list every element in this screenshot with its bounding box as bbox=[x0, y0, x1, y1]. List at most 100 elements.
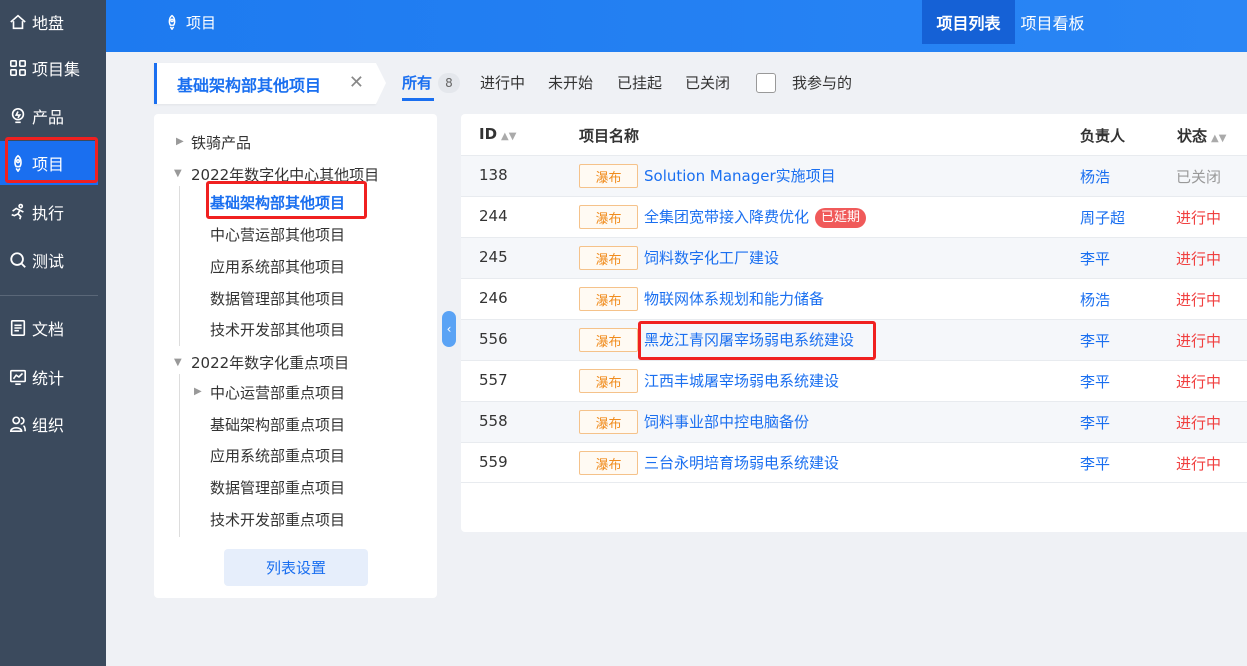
table-row[interactable]: 244 瀑布 全集团宽带接入降费优化 已延期 周子超 进行中 bbox=[461, 196, 1247, 237]
project-owner[interactable]: 李平 bbox=[1080, 371, 1110, 392]
tree-item[interactable]: 中心营运部其他项目 bbox=[210, 224, 345, 245]
home-icon bbox=[8, 12, 28, 32]
tree-item[interactable]: 铁骑产品 bbox=[191, 132, 251, 153]
table-row[interactable]: 559 瀑布 三台永明培育场弱电系统建设 李平 进行中 bbox=[461, 442, 1247, 483]
project-name-link[interactable]: 三台永明培育场弱电系统建设 bbox=[644, 452, 839, 473]
project-id: 558 bbox=[479, 412, 508, 430]
nav-item-dashboard[interactable]: 地盘 bbox=[0, 0, 98, 44]
top-bar: 项目 项目列表 项目看板 bbox=[106, 0, 1247, 52]
table-row[interactable]: 138 瀑布 Solution Manager实施项目 杨浩 已关闭 bbox=[461, 155, 1247, 196]
project-name-link[interactable]: 饲料事业部中控电脑备份 bbox=[644, 411, 809, 432]
nav-item-stats[interactable]: 统计 bbox=[0, 355, 98, 399]
program-selector[interactable]: 基础架构部其他项目 ✕ bbox=[154, 63, 386, 104]
project-owner[interactable]: 李平 bbox=[1080, 412, 1110, 433]
nav-item-execution[interactable]: 执行 bbox=[0, 190, 98, 234]
tree-item[interactable]: 中心运营部重点项目 bbox=[210, 382, 345, 403]
type-tag: 瀑布 bbox=[579, 287, 638, 311]
type-tag: 瀑布 bbox=[579, 246, 638, 270]
status-badge: 进行中 bbox=[1176, 332, 1222, 350]
filter-tab-wait[interactable]: 未开始 bbox=[548, 72, 593, 93]
tree-item[interactable]: 数据管理部重点项目 bbox=[210, 477, 345, 498]
nav-label: 产品 bbox=[32, 108, 65, 127]
sort-icon: ▲▼ bbox=[1211, 133, 1227, 144]
project-name-link[interactable]: 物联网体系规划和能力储备 bbox=[644, 288, 824, 309]
status-badge: 已关闭 bbox=[1176, 168, 1222, 186]
filter-tab-closed[interactable]: 已关闭 bbox=[685, 72, 730, 93]
rocket-icon bbox=[8, 153, 28, 173]
project-name-link[interactable]: 黑龙江青冈屠宰场弱电系统建设 bbox=[644, 329, 854, 350]
column-header-label: ID bbox=[479, 125, 498, 143]
project-owner[interactable]: 李平 bbox=[1080, 330, 1110, 351]
filter-tab-all[interactable]: 所有 bbox=[402, 72, 432, 93]
status-badge: 进行中 bbox=[1176, 414, 1222, 432]
breadcrumb-label: 项目 bbox=[186, 13, 217, 32]
delayed-badge: 已延期 bbox=[815, 208, 867, 228]
people-icon bbox=[8, 414, 28, 434]
column-header-status[interactable]: 状态 ▲▼ bbox=[1177, 125, 1226, 146]
tree-item[interactable]: 应用系统部重点项目 bbox=[210, 445, 345, 466]
project-owner[interactable]: 李平 bbox=[1080, 453, 1110, 474]
type-tag: 瀑布 bbox=[579, 164, 638, 188]
type-tag: 瀑布 bbox=[579, 328, 638, 352]
tree-item[interactable]: 技术开发部其他项目 bbox=[210, 319, 345, 340]
tree-item[interactable]: 2022年数字化重点项目 bbox=[191, 352, 349, 373]
nav-item-program[interactable]: 项目集 bbox=[0, 46, 98, 90]
nav-item-project[interactable]: 项目 bbox=[0, 141, 98, 185]
column-header-name[interactable]: 项目名称 bbox=[579, 125, 639, 146]
filter-tab-suspended[interactable]: 已挂起 bbox=[617, 72, 662, 93]
breadcrumb[interactable]: 项目 bbox=[164, 0, 216, 44]
project-owner[interactable]: 杨浩 bbox=[1080, 289, 1110, 310]
type-tag: 瀑布 bbox=[579, 451, 638, 475]
project-owner[interactable]: 周子超 bbox=[1080, 207, 1125, 228]
project-name-link[interactable]: 江西丰城屠宰场弱电系统建设 bbox=[644, 370, 839, 391]
caret-down-icon[interactable]: ▼ bbox=[174, 168, 182, 179]
run-icon bbox=[8, 202, 28, 222]
nav-label: 执行 bbox=[32, 204, 65, 223]
type-tag: 瀑布 bbox=[579, 410, 638, 434]
sidebar: 地盘 项目集 产品 项目 执行 测试 文档 统计 组织 bbox=[0, 0, 106, 666]
active-tab-indicator bbox=[402, 98, 434, 101]
filter-tab-doing[interactable]: 进行中 bbox=[480, 72, 525, 93]
table-row[interactable]: 556 瀑布 黑龙江青冈屠宰场弱电系统建设 李平 进行中 bbox=[461, 319, 1247, 360]
project-id: 244 bbox=[479, 207, 508, 225]
nav-item-doc[interactable]: 文档 bbox=[0, 306, 98, 350]
doc-icon bbox=[8, 318, 28, 338]
status-badge: 进行中 bbox=[1176, 291, 1222, 309]
tree-item[interactable]: 技术开发部重点项目 bbox=[210, 509, 345, 530]
column-header-label: 状态 bbox=[1177, 127, 1208, 145]
caret-right-icon[interactable]: ▶ bbox=[194, 386, 202, 397]
status-badge: 进行中 bbox=[1176, 209, 1222, 227]
tab-project-list[interactable]: 项目列表 bbox=[922, 0, 1015, 44]
table-row[interactable]: 558 瀑布 饲料事业部中控电脑备份 李平 进行中 bbox=[461, 401, 1247, 442]
project-name-link[interactable]: 全集团宽带接入降费优化 bbox=[644, 208, 809, 226]
caret-down-icon[interactable]: ▼ bbox=[174, 357, 182, 368]
tree-item[interactable]: 基础架构部重点项目 bbox=[210, 414, 345, 435]
caret-right-icon[interactable]: ▶ bbox=[176, 136, 184, 147]
list-settings-button[interactable]: 列表设置 bbox=[224, 549, 368, 586]
tree-item[interactable]: 2022年数字化中心其他项目 bbox=[191, 164, 379, 185]
project-owner[interactable]: 杨浩 bbox=[1080, 166, 1110, 187]
project-id: 138 bbox=[479, 166, 508, 184]
collapse-sidebar-handle[interactable]: ‹ bbox=[442, 311, 456, 347]
nav-item-org[interactable]: 组织 bbox=[0, 402, 98, 446]
grid-icon bbox=[8, 58, 28, 78]
tree-item-active[interactable]: 基础架构部其他项目 bbox=[210, 192, 345, 213]
project-name-link[interactable]: Solution Manager实施项目 bbox=[644, 165, 836, 186]
table-row[interactable]: 246 瀑布 物联网体系规划和能力储备 杨浩 进行中 bbox=[461, 278, 1247, 319]
nav-item-test[interactable]: 测试 bbox=[0, 238, 98, 282]
table-row[interactable]: 245 瀑布 饲料数字化工厂建设 李平 进行中 bbox=[461, 237, 1247, 278]
nav-item-product[interactable]: 产品 bbox=[0, 94, 98, 138]
involved-label[interactable]: 我参与的 bbox=[792, 72, 852, 93]
chevron-left-icon: ‹ bbox=[446, 322, 452, 336]
column-header-owner[interactable]: 负责人 bbox=[1080, 125, 1125, 146]
tree-item[interactable]: 应用系统部其他项目 bbox=[210, 256, 345, 277]
involved-checkbox[interactable] bbox=[756, 73, 776, 93]
tree-item[interactable]: 数据管理部其他项目 bbox=[210, 288, 345, 309]
column-header-id[interactable]: ID ▲▼ bbox=[479, 125, 516, 143]
close-icon[interactable]: ✕ bbox=[349, 72, 364, 93]
table-row[interactable]: 557 瀑布 江西丰城屠宰场弱电系统建设 李平 进行中 bbox=[461, 360, 1247, 401]
project-name-cell[interactable]: 全集团宽带接入降费优化 已延期 bbox=[644, 206, 867, 228]
project-name-link[interactable]: 饲料数字化工厂建设 bbox=[644, 247, 779, 268]
project-owner[interactable]: 李平 bbox=[1080, 248, 1110, 269]
tab-project-kanban[interactable]: 项目看板 bbox=[1015, 0, 1090, 44]
